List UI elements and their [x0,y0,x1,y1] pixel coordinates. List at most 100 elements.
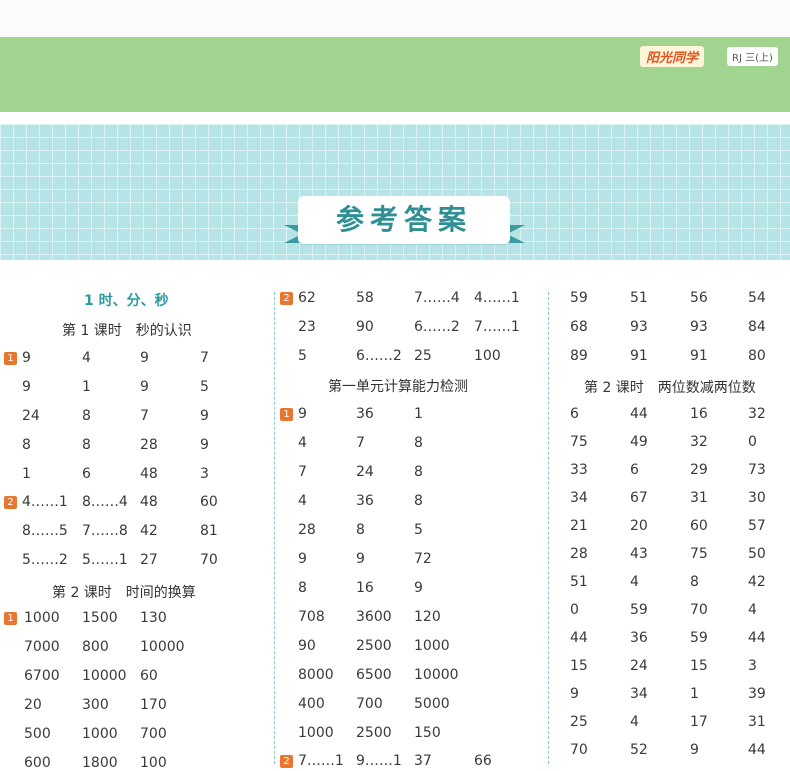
section-heading: 第一单元计算能力检测 [328,379,468,395]
answer-cell: 28 [570,546,588,562]
answer-cell: 23 [298,319,316,335]
answer-cell: 1500 [82,610,118,626]
answer-cell: 5 [298,348,307,364]
answer-cell: 5 [200,379,209,395]
answer-cell: 7 [140,408,149,424]
grade-tag: RJ 三(上) [727,47,778,66]
unit-heading: 1 时、分、秒 [84,293,169,309]
question-number-badge: 1 [280,408,293,421]
answer-cell: 16 [356,580,374,596]
answer-cell: 6 [82,466,91,482]
answer-cell: 9 [690,742,699,758]
answer-cell: 6500 [356,667,392,683]
question-number-badge: 1 [4,612,17,625]
answer-cell: 33 [570,462,588,478]
answer-cell: 130 [140,610,167,626]
page-title: 参考答案 [298,196,510,244]
answer-cell: 9 [200,437,209,453]
answer-cell: 7 [200,350,209,366]
answer-cell: 44 [748,742,766,758]
answer-cell: 90 [298,638,316,654]
answer-cell: 4 [298,493,307,509]
answer-cell: 59 [570,290,588,306]
answer-cell: 57 [748,518,766,534]
answer-cell: 70 [690,602,708,618]
answer-cell: 49 [630,434,648,450]
answer-cell: 91 [630,348,648,364]
answer-cell: 700 [140,726,167,742]
answer-cell: 7……8 [82,523,128,539]
answer-cell: 500 [24,726,51,742]
answer-cell: 44 [748,630,766,646]
answer-cell: 20 [630,518,648,534]
answer-cell: 8……5 [22,523,68,539]
answer-cell: 1 [22,466,31,482]
answer-cell: 51 [630,290,648,306]
answer-cell: 9 [22,350,31,366]
answer-cell: 8 [414,493,423,509]
top-margin [0,0,790,37]
answer-cell: 72 [414,551,432,567]
answer-cell: 70 [570,742,588,758]
answer-cell: 44 [630,406,648,422]
answer-cell: 8……4 [82,494,128,510]
answer-cell: 36 [630,630,648,646]
answer-cell: 4……1 [474,290,520,306]
answer-cell: 9 [414,580,423,596]
answer-cell: 28 [298,522,316,538]
answer-cell: 32 [748,406,766,422]
answer-cell: 1000 [24,610,60,626]
answer-cell: 15 [690,658,708,674]
answer-cell: 70 [200,552,218,568]
answer-cell: 7……4 [414,290,460,306]
answer-cell: 600 [24,755,51,771]
answer-cell: 93 [630,319,648,335]
answer-cell: 48 [140,494,158,510]
column-divider-1 [274,292,275,764]
question-number-badge: 1 [4,352,17,365]
answer-cell: 3 [748,658,757,674]
answer-cell: 3600 [356,609,392,625]
answer-cell: 1000 [82,726,118,742]
answer-cell: 43 [630,546,648,562]
answer-cell: 75 [690,546,708,562]
answer-cell: 6 [630,462,639,478]
answer-cell: 150 [414,725,441,741]
answer-cell: 4 [82,350,91,366]
answer-cell: 7000 [24,639,60,655]
answer-cell: 6700 [24,668,60,684]
answer-cell: 10000 [82,668,127,684]
answer-cell: 0 [748,434,757,450]
answer-cell: 8000 [298,667,334,683]
answer-cell: 6 [570,406,579,422]
answer-cell: 25 [570,714,588,730]
answer-cell: 1000 [298,725,334,741]
answer-cell: 80 [748,348,766,364]
answer-cell: 100 [474,348,501,364]
answer-cell: 8 [690,574,699,590]
answer-cell: 81 [200,523,218,539]
answer-cell: 10000 [414,667,459,683]
answer-cell: 36 [356,493,374,509]
answer-cell: 5000 [414,696,450,712]
answer-cell: 34 [630,686,648,702]
answer-cell: 36 [356,406,374,422]
answer-cell: 60 [140,668,158,684]
answer-cell: 68 [570,319,588,335]
answer-cell: 4 [630,714,639,730]
answer-cell: 10000 [140,639,185,655]
answer-cell: 9……1 [356,753,402,769]
answer-cell: 1800 [82,755,118,771]
answer-cell: 300 [82,697,109,713]
answer-cell: 91 [690,348,708,364]
answer-cell: 1 [690,686,699,702]
answer-cell: 73 [748,462,766,478]
answer-cell: 8 [82,437,91,453]
answer-cell: 9 [298,551,307,567]
answer-cell: 700 [356,696,383,712]
answer-cell: 31 [690,490,708,506]
answer-cell: 20 [24,697,42,713]
answer-cell: 62 [298,290,316,306]
question-number-badge: 2 [280,292,293,305]
answer-cell: 90 [356,319,374,335]
